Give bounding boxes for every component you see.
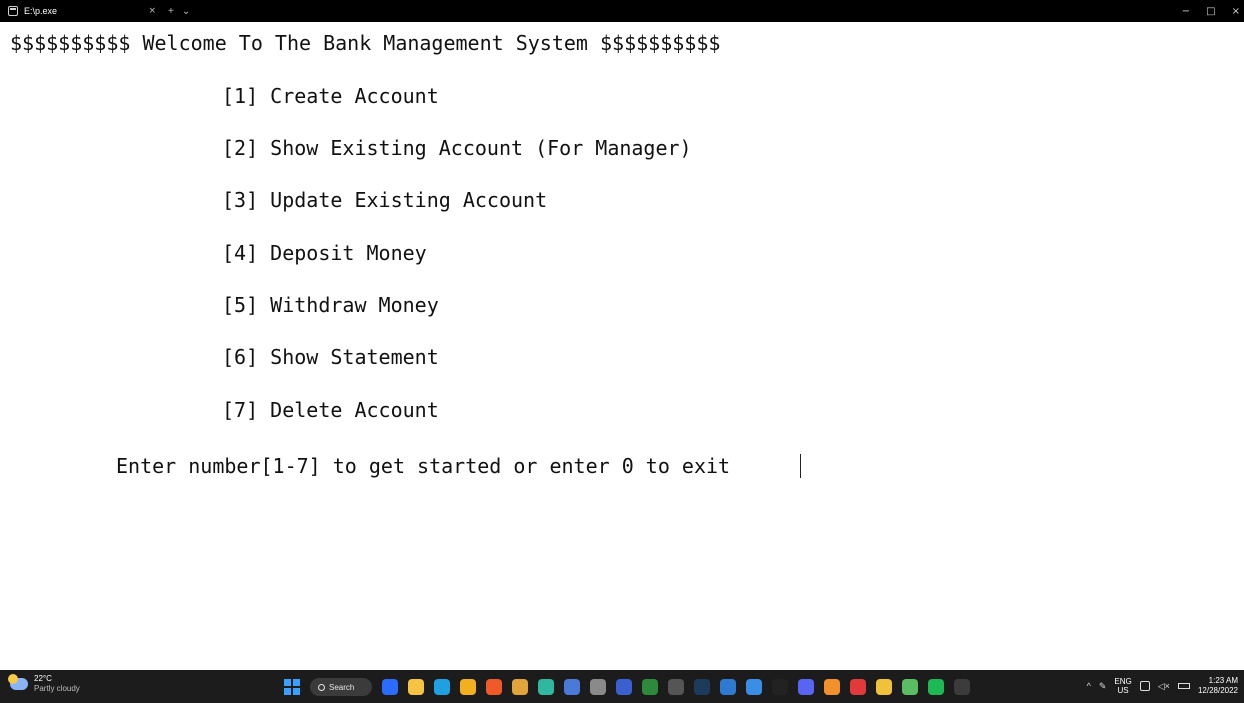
weather-temp: 22°C (34, 674, 52, 683)
tab-close-button[interactable]: × (148, 6, 156, 16)
brave-icon[interactable] (486, 679, 502, 695)
taskbar: 22°C Partly cloudy Search ^ ✎ ENG US ◁× … (0, 670, 1244, 703)
pen-icon[interactable]: ✎ (1099, 681, 1107, 692)
app-blue-square-icon[interactable] (616, 679, 632, 695)
console-output[interactable]: $$$$$$$$$$ Welcome To The Bank Managemen… (0, 22, 1244, 670)
calendar-icon[interactable] (564, 679, 580, 695)
title-bar: E:\p.exe × + ⌄ − □ × (0, 0, 1244, 22)
search-icon (318, 683, 325, 691)
windows-start-icon[interactable] (284, 679, 300, 695)
chrome-icon[interactable] (460, 679, 476, 695)
app-g-icon[interactable] (668, 679, 684, 695)
system-tray: ^ ✎ ENG US ◁× 1:23 AM 12/28/2022 (1087, 676, 1238, 696)
menu-item-withdraw-money: [5] Withdraw Money (222, 293, 439, 317)
input-prompt: Enter number[1-7] to get started or ente… (116, 454, 731, 478)
menu-item-update-account: [3] Update Existing Account (222, 188, 548, 212)
menu-item-create-account: [1] Create Account (222, 84, 439, 108)
menu-item-show-statement: [6] Show Statement (222, 345, 439, 369)
network-icon[interactable] (1139, 681, 1150, 691)
menu-item-show-existing-account: [2] Show Existing Account (For Manager) (222, 136, 692, 160)
battery-icon[interactable] (1177, 683, 1190, 689)
minimize-button[interactable]: − (1182, 6, 1190, 17)
app-multicolor-icon[interactable] (512, 679, 528, 695)
new-tab-button[interactable]: + (168, 6, 174, 17)
app-qb-icon[interactable] (746, 679, 762, 695)
clock[interactable]: 1:23 AM 12/28/2022 (1198, 676, 1238, 696)
app-orange-icon[interactable] (824, 679, 840, 695)
file-explorer-icon[interactable] (408, 679, 424, 695)
clock-time: 1:23 AM (1208, 676, 1238, 685)
tab-title: E:\p.exe (24, 6, 58, 16)
chevron-up-icon[interactable]: ^ (1087, 681, 1091, 691)
cortana-icon[interactable] (382, 679, 398, 695)
taskbar-apps: Search (284, 678, 970, 696)
maximize-button[interactable]: □ (1206, 6, 1215, 17)
discord-icon[interactable] (798, 679, 814, 695)
xbox-icon[interactable] (642, 679, 658, 695)
app-diamond-icon[interactable] (876, 679, 892, 695)
menu-item-delete-account: [7] Delete Account (222, 398, 439, 422)
language-indicator[interactable]: ENG US (1114, 677, 1131, 695)
app-green2-icon[interactable] (902, 679, 918, 695)
close-button[interactable]: × (1232, 6, 1240, 17)
menu-item-deposit-money: [4] Deposit Money (222, 241, 427, 265)
edge-icon[interactable] (434, 679, 450, 695)
app-green-blue-icon[interactable] (538, 679, 554, 695)
tab-dropdown-button[interactable]: ⌄ (182, 6, 190, 17)
language-top: ENG (1114, 677, 1132, 686)
console-icon (8, 6, 18, 16)
spotify-icon[interactable] (928, 679, 944, 695)
lightroom-icon[interactable] (694, 679, 710, 695)
partly-cloudy-icon (8, 674, 28, 690)
weather-widget[interactable]: 22°C Partly cloudy (8, 674, 80, 694)
app-gray-icon[interactable] (590, 679, 606, 695)
language-bottom: US (1117, 686, 1129, 695)
weather-desc: Partly cloudy (34, 684, 80, 693)
search-box[interactable]: Search (310, 678, 372, 696)
app-red-icon[interactable] (850, 679, 866, 695)
banner-text: $$$$$$$$$$ Welcome To The Bank Managemen… (10, 31, 721, 55)
window-controls: − □ × (1182, 0, 1240, 22)
app-ide-icon[interactable] (772, 679, 788, 695)
tab-console[interactable]: E:\p.exe × (0, 0, 160, 22)
search-label: Search (329, 682, 355, 692)
clock-date: 12/28/2022 (1197, 686, 1238, 695)
terminal-icon[interactable] (954, 679, 970, 695)
text-cursor[interactable] (800, 454, 801, 478)
volume-icon[interactable]: ◁× (1158, 681, 1170, 692)
app-blue-circle-icon[interactable] (720, 679, 736, 695)
